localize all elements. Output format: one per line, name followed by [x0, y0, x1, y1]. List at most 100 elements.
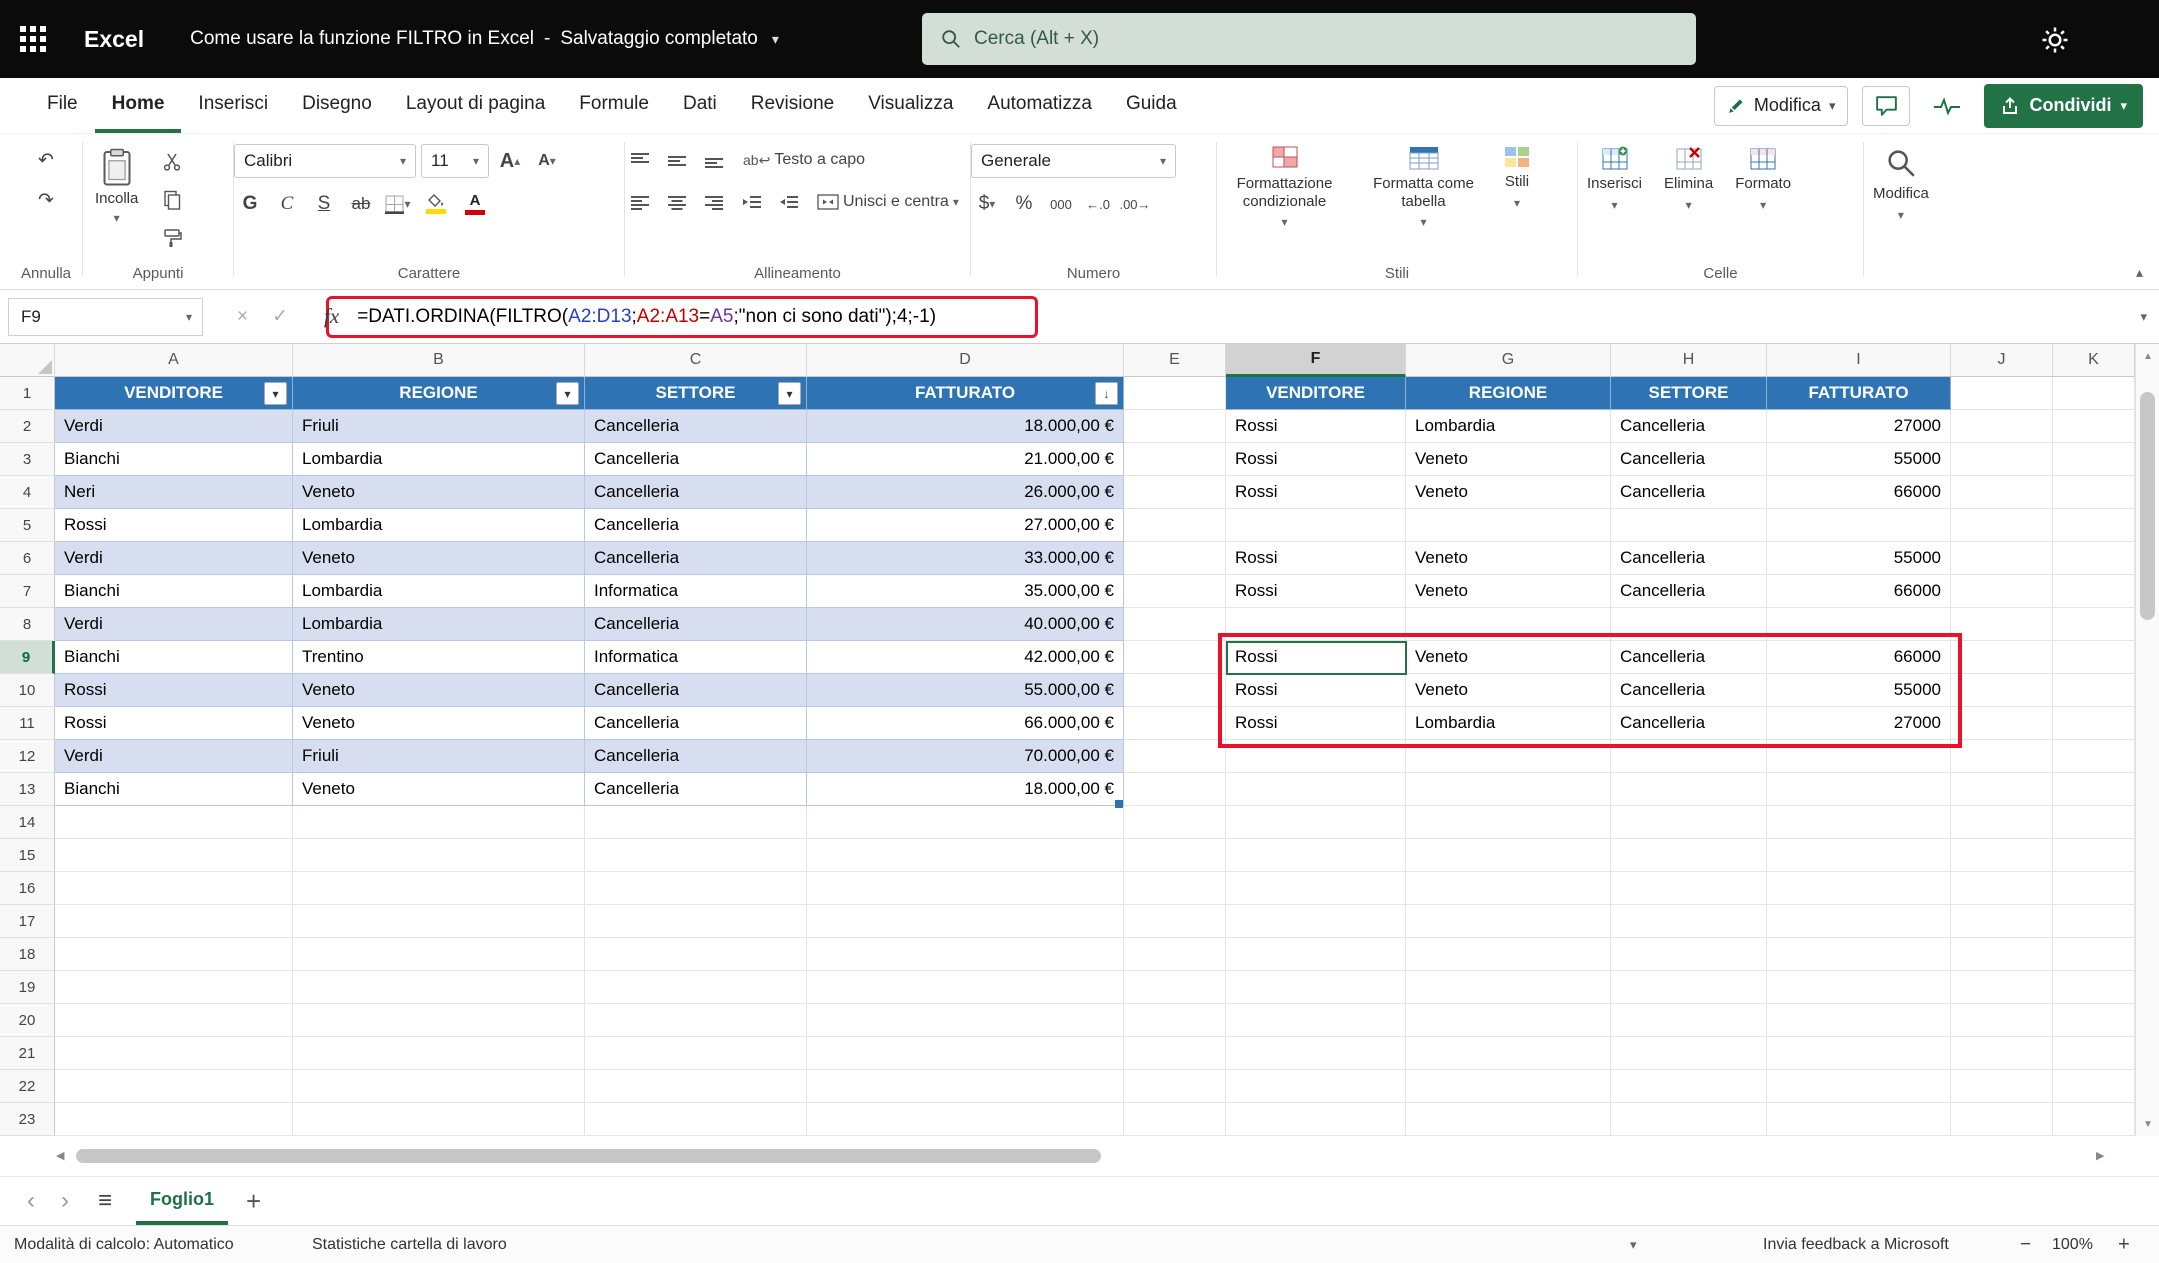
cell-H10[interactable]: Cancelleria	[1611, 674, 1767, 707]
cell-J6[interactable]	[1951, 542, 2053, 575]
cell-D18[interactable]	[807, 938, 1124, 971]
cell-H11[interactable]: Cancelleria	[1611, 707, 1767, 740]
cell-F20[interactable]	[1226, 1004, 1406, 1037]
format-cells-button[interactable]: Formato ▾	[1726, 144, 1800, 214]
cancel-entry-button[interactable]: ×	[237, 306, 248, 328]
cell-A17[interactable]	[55, 905, 293, 938]
cell-E18[interactable]	[1124, 938, 1226, 971]
cell-A2[interactable]: Verdi	[55, 410, 293, 443]
cell-B13[interactable]: Veneto	[293, 773, 585, 806]
activity-button[interactable]	[1924, 86, 1970, 126]
cell-E6[interactable]	[1124, 542, 1226, 575]
cell-H8[interactable]	[1611, 608, 1767, 641]
cell-C6[interactable]: Cancelleria	[585, 542, 807, 575]
cell-J13[interactable]	[1951, 773, 2053, 806]
cell-A10[interactable]: Rossi	[55, 674, 293, 707]
cell-J15[interactable]	[1951, 839, 2053, 872]
status-bar-options-icon[interactable]: ▾	[1630, 1237, 1637, 1253]
cell-D21[interactable]	[807, 1037, 1124, 1070]
cell-K8[interactable]	[2053, 608, 2135, 641]
cell-B19[interactable]	[293, 971, 585, 1004]
cell-J8[interactable]	[1951, 608, 2053, 641]
cell-J12[interactable]	[1951, 740, 2053, 773]
align-middle-button[interactable]	[662, 144, 694, 176]
scroll-down-icon[interactable]: ▼	[2136, 1112, 2159, 1136]
row-header-23[interactable]: 23	[0, 1103, 55, 1136]
row-header-18[interactable]: 18	[0, 938, 55, 971]
cell-F16[interactable]	[1226, 872, 1406, 905]
cell-E3[interactable]	[1124, 443, 1226, 476]
cell-F6[interactable]: Rossi	[1226, 542, 1406, 575]
cell-A6[interactable]: Verdi	[55, 542, 293, 575]
table-resize-handle[interactable]	[1115, 800, 1123, 808]
insert-function-button[interactable]: fx	[324, 304, 339, 329]
document-title[interactable]: Come usare la funzione FILTRO in Excel -…	[190, 28, 779, 50]
column-header-K[interactable]: K	[2053, 344, 2135, 377]
cell-C7[interactable]: Informatica	[585, 575, 807, 608]
cell-G14[interactable]	[1406, 806, 1611, 839]
cell-H9[interactable]: Cancelleria	[1611, 641, 1767, 674]
cell-D7[interactable]: 35.000,00 €	[807, 575, 1124, 608]
cell-C20[interactable]	[585, 1004, 807, 1037]
zoom-in-button[interactable]: +	[2118, 1233, 2130, 1256]
redo-button[interactable]: ↷	[30, 184, 62, 216]
cell-H12[interactable]	[1611, 740, 1767, 773]
cell-A14[interactable]	[55, 806, 293, 839]
cell-G19[interactable]	[1406, 971, 1611, 1004]
cell-K1[interactable]	[2053, 377, 2135, 410]
underline-button[interactable]: S	[308, 188, 340, 220]
tab-layout-di-pagina[interactable]: Layout di pagina	[389, 78, 562, 133]
cell-E16[interactable]	[1124, 872, 1226, 905]
cell-I3[interactable]: 55000	[1767, 443, 1951, 476]
cell-G11[interactable]: Lombardia	[1406, 707, 1611, 740]
cell-J19[interactable]	[1951, 971, 2053, 1004]
cell-B15[interactable]	[293, 839, 585, 872]
row-header-8[interactable]: 8	[0, 608, 55, 641]
cell-F19[interactable]	[1226, 971, 1406, 1004]
cell-B7[interactable]: Lombardia	[293, 575, 585, 608]
column-header-D[interactable]: D	[807, 344, 1124, 377]
cell-C18[interactable]	[585, 938, 807, 971]
cell-H6[interactable]: Cancelleria	[1611, 542, 1767, 575]
cell-K6[interactable]	[2053, 542, 2135, 575]
column-header-I[interactable]: I	[1767, 344, 1951, 377]
cell-J22[interactable]	[1951, 1070, 2053, 1103]
horizontal-scrollbar[interactable]: ◀ ▶	[0, 1136, 2135, 1176]
cell-H23[interactable]	[1611, 1103, 1767, 1136]
tab-home[interactable]: Home	[95, 78, 182, 133]
italic-button[interactable]: C	[271, 188, 303, 220]
cell-C13[interactable]: Cancelleria	[585, 773, 807, 806]
cell-A11[interactable]: Rossi	[55, 707, 293, 740]
decrease-indent-button[interactable]	[736, 186, 768, 218]
cell-J23[interactable]	[1951, 1103, 2053, 1136]
cell-I18[interactable]	[1767, 938, 1951, 971]
cell-D12[interactable]: 70.000,00 €	[807, 740, 1124, 773]
cell-E10[interactable]	[1124, 674, 1226, 707]
row-header-6[interactable]: 6	[0, 542, 55, 575]
share-button[interactable]: Condividi ▾	[1984, 84, 2143, 128]
cell-K17[interactable]	[2053, 905, 2135, 938]
thousands-format-button[interactable]: 000	[1045, 188, 1077, 220]
decrease-decimal-button[interactable]: .00→	[1119, 188, 1151, 220]
vertical-scrollbar[interactable]: ▲ ▼	[2135, 344, 2159, 1136]
cell-D1[interactable]: FATTURATO↓	[807, 377, 1124, 410]
cell-F14[interactable]	[1226, 806, 1406, 839]
tab-revisione[interactable]: Revisione	[734, 78, 851, 133]
cell-B4[interactable]: Veneto	[293, 476, 585, 509]
cell-J17[interactable]	[1951, 905, 2053, 938]
cell-B21[interactable]	[293, 1037, 585, 1070]
font-name-select[interactable]: Calibri ▾	[234, 144, 416, 178]
cell-I10[interactable]: 55000	[1767, 674, 1951, 707]
cell-F22[interactable]	[1226, 1070, 1406, 1103]
cell-I12[interactable]	[1767, 740, 1951, 773]
cell-F9[interactable]: Rossi	[1226, 641, 1406, 674]
cell-C14[interactable]	[585, 806, 807, 839]
cell-C5[interactable]: Cancelleria	[585, 509, 807, 542]
row-header-17[interactable]: 17	[0, 905, 55, 938]
cell-B22[interactable]	[293, 1070, 585, 1103]
settings-button[interactable]	[2039, 24, 2071, 56]
cell-J3[interactable]	[1951, 443, 2053, 476]
cell-A12[interactable]: Verdi	[55, 740, 293, 773]
cell-D17[interactable]	[807, 905, 1124, 938]
cell-K20[interactable]	[2053, 1004, 2135, 1037]
